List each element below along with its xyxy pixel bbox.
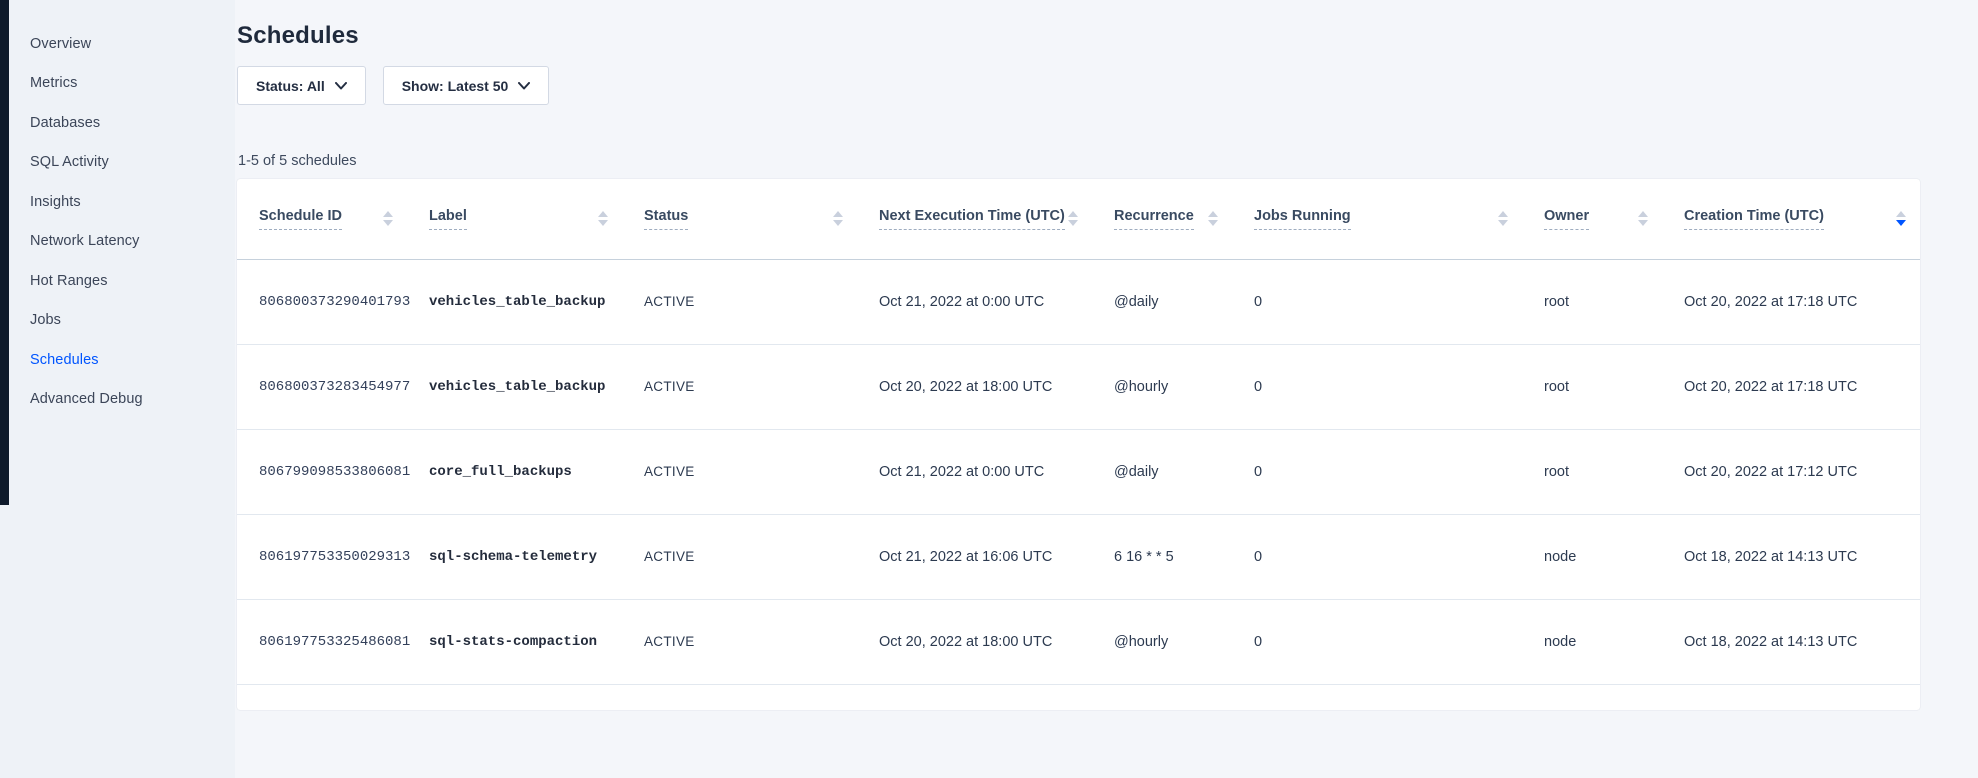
cell-label: core_full_backups [407,429,622,514]
cell-jobs-running: 0 [1232,344,1522,429]
table-row: 806800373283454977vehicles_table_backupA… [237,344,1920,429]
column-label-label: Label [429,208,467,230]
cell-owner: root [1522,259,1662,344]
cell-label: sql-schema-telemetry [407,514,622,599]
cell-recurrence: 6 16 * * 5 [1092,514,1232,599]
schedules-page: Schedules Status: All Show: Latest 50 1-… [235,0,1978,778]
chevron-down-icon [335,82,347,90]
sidebar-item-jobs[interactable]: Jobs [0,301,235,341]
cell-creation-time: Oct 18, 2022 at 14:13 UTC [1662,599,1920,684]
cell-owner: node [1522,599,1662,684]
page-title: Schedules [237,22,1920,50]
show-filter-label: Show: Latest 50 [402,78,509,94]
column-label-status: Status [644,208,688,230]
column-header-label[interactable]: Label [407,179,622,259]
sort-icon-next-execution[interactable] [1068,211,1078,226]
cell-status: ACTIVE [622,514,857,599]
sidebar-item-insights[interactable]: Insights [0,182,235,222]
status-filter-dropdown[interactable]: Status: All [237,66,366,105]
column-header-next-execution[interactable]: Next Execution Time (UTC) [857,179,1092,259]
cell-creation-time: Oct 20, 2022 at 17:12 UTC [1662,429,1920,514]
cell-schedule-id: 806197753325486081 [237,599,407,684]
column-label-creation-time: Creation Time (UTC) [1684,208,1824,230]
schedules-table-card: Schedule ID Label Status Next Execution Tim… [237,179,1920,710]
cell-owner: node [1522,514,1662,599]
sidebar-item-databases[interactable]: Databases [0,103,235,143]
cell-recurrence: @daily [1092,429,1232,514]
column-label-jobs-running: Jobs Running [1254,208,1351,230]
cell-jobs-running: 0 [1232,599,1522,684]
cell-schedule-id: 806799098533806081 [237,429,407,514]
cell-jobs-running: 0 [1232,514,1522,599]
cell-creation-time: Oct 18, 2022 at 14:13 UTC [1662,514,1920,599]
cell-jobs-running: 0 [1232,429,1522,514]
sort-icon-schedule-id[interactable] [383,211,393,226]
column-header-creation-time[interactable]: Creation Time (UTC) [1662,179,1920,259]
sort-icon-recurrence[interactable] [1208,211,1218,226]
cell-schedule-id: 806197753350029313 [237,514,407,599]
table-header-row: Schedule ID Label Status Next Execution Tim… [237,179,1920,259]
column-label-recurrence: Recurrence [1114,208,1194,230]
cell-recurrence: @hourly [1092,344,1232,429]
cell-next-execution: Oct 21, 2022 at 0:00 UTC [857,429,1092,514]
cell-next-execution: Oct 21, 2022 at 16:06 UTC [857,514,1092,599]
schedules-table: Schedule ID Label Status Next Execution Tim… [237,179,1920,685]
sidebar-item-advanced-debug[interactable]: Advanced Debug [0,380,235,420]
sort-icon-creation-time[interactable] [1896,211,1906,226]
cell-creation-time: Oct 20, 2022 at 17:18 UTC [1662,259,1920,344]
cell-owner: root [1522,344,1662,429]
sort-icon-label[interactable] [598,211,608,226]
cell-next-execution: Oct 21, 2022 at 0:00 UTC [857,259,1092,344]
table-row: 806197753325486081sql-stats-compactionAC… [237,599,1920,684]
cell-status: ACTIVE [622,259,857,344]
left-edge-strip [0,0,9,505]
sort-icon-jobs-running[interactable] [1498,211,1508,226]
cell-status: ACTIVE [622,599,857,684]
sidebar-nav: OverviewMetricsDatabasesSQL ActivityInsi… [0,24,235,419]
sidebar-item-network-latency[interactable]: Network Latency [0,222,235,262]
column-header-recurrence[interactable]: Recurrence [1092,179,1232,259]
cell-next-execution: Oct 20, 2022 at 18:00 UTC [857,599,1092,684]
column-label-schedule-id: Schedule ID [259,208,342,230]
column-label-next-execution: Next Execution Time (UTC) [879,208,1065,230]
sidebar-item-metrics[interactable]: Metrics [0,64,235,104]
sidebar-item-schedules[interactable]: Schedules [0,340,235,380]
column-header-status[interactable]: Status [622,179,857,259]
sidebar-item-overview[interactable]: Overview [0,24,235,64]
cell-label: sql-stats-compaction [407,599,622,684]
table-row: 806800373290401793vehicles_table_backupA… [237,259,1920,344]
cell-label: vehicles_table_backup [407,344,622,429]
column-header-jobs-running[interactable]: Jobs Running [1232,179,1522,259]
cell-schedule-id: 806800373290401793 [237,259,407,344]
cell-owner: root [1522,429,1662,514]
cell-status: ACTIVE [622,344,857,429]
sort-icon-owner[interactable] [1638,211,1648,226]
cell-recurrence: @hourly [1092,599,1232,684]
cell-jobs-running: 0 [1232,259,1522,344]
table-body: 806800373290401793vehicles_table_backupA… [237,259,1920,684]
show-filter-dropdown[interactable]: Show: Latest 50 [383,66,550,105]
results-count: 1-5 of 5 schedules [238,153,1920,169]
sort-icon-status[interactable] [833,211,843,226]
filters-bar: Status: All Show: Latest 50 [237,66,1920,105]
sidebar-item-hot-ranges[interactable]: Hot Ranges [0,261,235,301]
chevron-down-icon [518,82,530,90]
cell-recurrence: @daily [1092,259,1232,344]
status-filter-label: Status: All [256,78,325,94]
sidebar: OverviewMetricsDatabasesSQL ActivityInsi… [0,0,235,778]
cell-schedule-id: 806800373283454977 [237,344,407,429]
cell-status: ACTIVE [622,429,857,514]
table-row: 806197753350029313sql-schema-telemetryAC… [237,514,1920,599]
table-row: 806799098533806081core_full_backupsACTIV… [237,429,1920,514]
cell-label: vehicles_table_backup [407,259,622,344]
cell-creation-time: Oct 20, 2022 at 17:18 UTC [1662,344,1920,429]
column-header-schedule-id[interactable]: Schedule ID [237,179,407,259]
sidebar-item-sql-activity[interactable]: SQL Activity [0,143,235,183]
column-label-owner: Owner [1544,208,1589,230]
cell-next-execution: Oct 20, 2022 at 18:00 UTC [857,344,1092,429]
column-header-owner[interactable]: Owner [1522,179,1662,259]
